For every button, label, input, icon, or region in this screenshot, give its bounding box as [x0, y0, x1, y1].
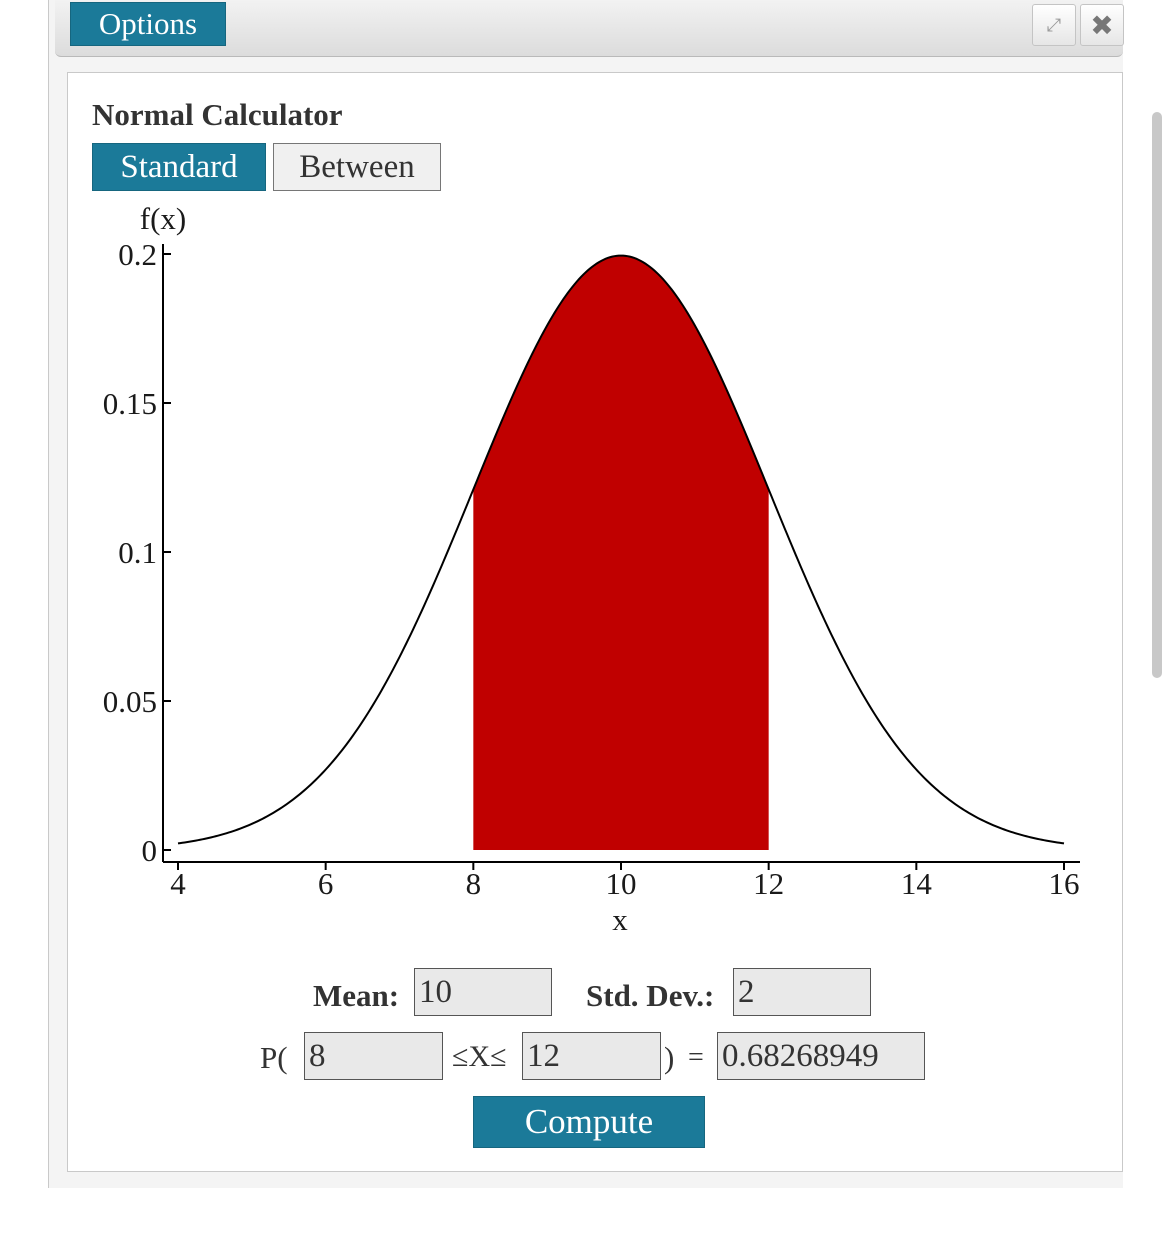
x-tick-label: 16 [1049, 866, 1080, 901]
y-tick-label: 0.05 [103, 684, 157, 719]
x-tick-label: 10 [606, 866, 637, 901]
normal-distribution-chart: 0 0.05 0.1 0.15 0.2 4 6 8 10 12 14 16 x f(x) [103, 201, 1080, 937]
x-tick-label: 12 [753, 866, 784, 901]
equals-sign: = [688, 1042, 704, 1073]
between-symbol: ≤X≤ [452, 1040, 507, 1073]
probability-open: P( [260, 1040, 288, 1075]
std-dev-input[interactable] [733, 968, 871, 1016]
x-axis-label: x [612, 902, 628, 937]
y-tick-label: 0.2 [118, 237, 157, 272]
compute-button[interactable]: Compute [473, 1096, 705, 1148]
x-tick-label: 8 [466, 866, 482, 901]
x-tick-label: 14 [901, 866, 933, 901]
y-tick-label: 0 [142, 833, 158, 868]
y-axis-label: f(x) [140, 201, 186, 236]
scrollbar[interactable] [1152, 112, 1162, 678]
mean-input[interactable] [414, 968, 552, 1016]
upper-bound-input[interactable] [522, 1032, 661, 1080]
x-tick-label: 4 [170, 866, 186, 901]
std-dev-label: Std. Dev.: [586, 978, 715, 1013]
y-tick-label: 0.1 [118, 535, 157, 570]
shaded-probability-area [473, 255, 769, 850]
probability-close: ) [664, 1040, 675, 1075]
result-output [717, 1032, 925, 1080]
y-tick-label: 0.15 [103, 386, 157, 421]
lower-bound-input[interactable] [304, 1032, 443, 1080]
mean-label: Mean: [313, 978, 400, 1013]
x-tick-label: 6 [318, 866, 334, 901]
